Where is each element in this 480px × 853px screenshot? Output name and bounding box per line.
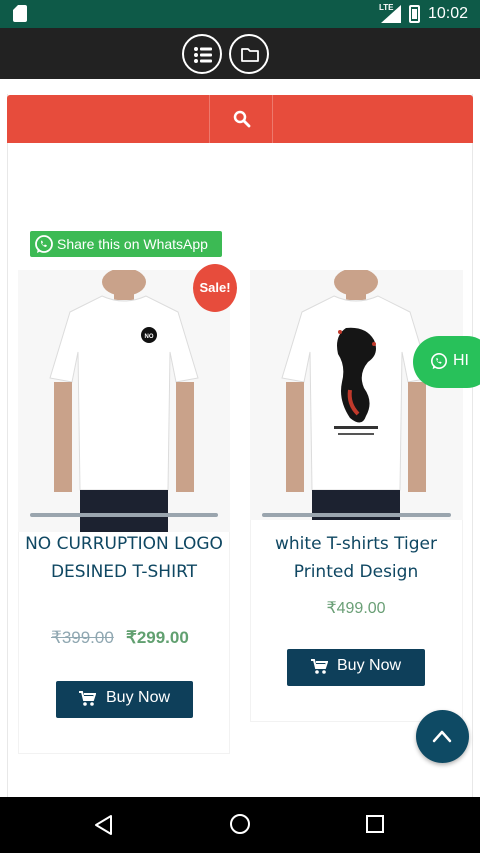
home-icon[interactable] [229, 813, 251, 835]
product-price: ₹499.00 [326, 600, 386, 617]
search-icon[interactable] [232, 109, 252, 129]
product-title[interactable]: white T-shirts Tiger Printed Design [256, 530, 456, 586]
buy-now-label: Buy Now [337, 657, 402, 674]
whatsapp-chat-label: HI [453, 352, 469, 369]
status-bar: LTE 10:02 [0, 0, 480, 28]
whatsapp-chat-button[interactable]: HI [413, 336, 480, 388]
whatsapp-share-label: Share this on WhatsApp [57, 236, 208, 252]
product-title[interactable]: NO CURRUPTION LOGO DESINED T-SHIRT [24, 530, 224, 586]
folder-icon [241, 48, 259, 62]
tshirt-no-logo-image: NO [18, 270, 230, 532]
list-icon [194, 47, 212, 63]
buy-now-button[interactable]: Buy Now [287, 649, 425, 686]
image-divider [262, 513, 451, 517]
product-image[interactable] [250, 270, 463, 520]
system-nav-bar [0, 797, 480, 853]
whatsapp-icon [35, 235, 53, 253]
battery-icon [409, 5, 420, 23]
menu-button[interactable] [182, 34, 222, 74]
sale-price: ₹299.00 [126, 628, 189, 647]
status-time: 10:02 [428, 5, 469, 22]
scroll-to-top-button[interactable] [416, 710, 469, 763]
back-icon[interactable] [92, 813, 116, 837]
tshirt-tiger-print-image [250, 270, 463, 520]
folder-button[interactable] [229, 34, 269, 74]
search-bar [7, 95, 473, 143]
whatsapp-icon [430, 352, 448, 370]
buy-now-button[interactable]: Buy Now [56, 681, 193, 718]
recents-icon[interactable] [365, 814, 385, 834]
image-divider [30, 513, 218, 517]
top-toolbar [0, 28, 480, 79]
sd-card-icon [13, 5, 27, 22]
whatsapp-share-button[interactable]: Share this on WhatsApp [30, 231, 222, 257]
old-price: ₹399.00 [51, 628, 114, 647]
svg-text:NO: NO [145, 334, 154, 340]
chevron-up-icon [432, 730, 452, 743]
cart-icon [311, 659, 328, 674]
cart-icon [79, 691, 96, 706]
buy-now-label: Buy Now [106, 689, 171, 706]
product-image[interactable]: NO [18, 270, 230, 532]
sale-badge: Sale! [193, 264, 237, 312]
signal-icon [381, 5, 401, 23]
